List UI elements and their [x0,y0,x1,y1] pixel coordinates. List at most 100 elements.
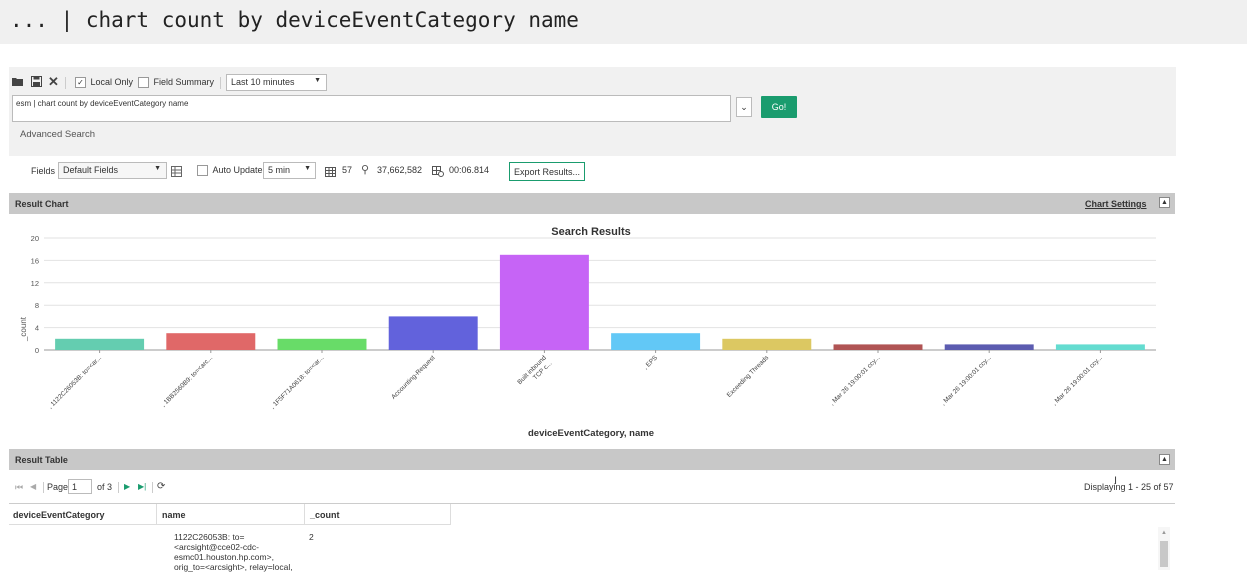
go-button[interactable]: Go! [761,96,797,118]
chart-bar[interactable] [722,338,812,350]
cell-name-line: 1122C26053B: to= [174,532,245,542]
chart-x-axis-label: deviceEventCategory, name [528,428,654,439]
field-chooser-icon[interactable] [171,164,182,182]
table-row[interactable]: 1122C26053B: to= <arcsight@cce02-cdc- es… [9,525,451,572]
chart-x-tick-label: , Mar 26 19:00:01 ccy... [940,354,993,407]
table-rows-icon [325,164,336,182]
auto-update-label: Auto Update [212,165,263,175]
time-range-select[interactable]: Last 10 minutes ▼ [226,74,327,91]
first-page-icon[interactable]: ⏮ [15,482,23,493]
chart-bar[interactable] [499,254,589,350]
query-input[interactable]: esm | chart count by deviceEventCategory… [12,95,731,122]
chart-x-tick-label-line: , 1122C26053B: to=<ar... [47,354,103,410]
cell-name-line: esmc01.houston.hp.com>, [174,552,274,562]
local-only-toggle[interactable]: ✓ Local Only [75,77,133,89]
command-bar: ... | chart count by deviceEventCategory… [0,0,1247,44]
chart-bar[interactable] [55,338,145,350]
chart-bar[interactable] [833,344,923,350]
chart-x-tick-label-line: , 1F5F71A0618: to=<ar... [269,354,325,410]
next-page-icon[interactable]: ▶ [124,482,130,491]
column-header-count[interactable]: _count [305,504,451,525]
divider [43,482,44,493]
elapsed-time: 00:06.814 [449,165,490,175]
chart-y-tick-label: 4 [35,324,39,333]
row-count: 57 [342,165,353,175]
query-history-button[interactable]: ⌄ [736,97,752,117]
chart-bar[interactable] [944,344,1034,350]
save-icon[interactable] [31,76,42,91]
last-page-icon[interactable]: ▶| [138,482,146,491]
field-summary-toggle[interactable]: Field Summary [138,77,215,89]
chart-x-tick-label: , Mar 26 19:00:01 ccy... [829,354,882,407]
column-header-category[interactable]: deviceEventCategory [9,504,157,525]
cell-name-line: <arcsight@cce02-cdc- [174,542,259,552]
events-scanned: 37,662,582 [377,165,423,175]
folder-icon[interactable] [12,76,23,91]
chart-bar[interactable] [1055,344,1145,350]
time-range-value: Last 10 minutes [231,77,295,87]
column-header-name-label: name [162,510,186,520]
chart-x-tick-label: , Mar 26 19:00:01 ccy... [1051,354,1104,407]
collapse-chart-icon[interactable]: ▲ [1159,197,1170,208]
result-chart-title: Result Chart [15,199,69,209]
table-scrollbar[interactable]: ▲ [1158,527,1170,570]
collapse-table-icon[interactable]: ▲ [1159,454,1170,465]
result-table-title: Result Table [15,455,68,465]
chart-settings-link[interactable]: Chart Settings [1085,199,1147,209]
chart-bar[interactable] [388,316,478,350]
chart-x-tick-label: Exceeding Threads [726,354,771,399]
cell-name: 1122C26053B: to= <arcsight@cce02-cdc- es… [174,532,293,572]
chart-y-tick-label: 8 [35,301,39,310]
divider [152,482,153,493]
chart-bar[interactable] [277,338,367,350]
divider [65,77,66,89]
chart-x-tick-label: Built inboundTCP c... [516,354,553,391]
cell-name-line: orig_to=<arcsight>, relay=local, [174,562,293,572]
prev-page-icon[interactable]: ◀ [30,482,36,491]
result-chart-header: Result Chart Chart Settings ▲ [9,193,1175,214]
chart-bar[interactable] [166,333,256,350]
page-label: Page [47,482,69,492]
column-header-name[interactable]: name [157,504,305,525]
chart-y-axis-label: _count [19,316,28,342]
scroll-up-icon[interactable]: ▲ [1161,530,1167,536]
divider [220,77,221,89]
close-icon[interactable]: ✕ [48,75,59,89]
chart-x-tick-label-line: , EPS [642,354,659,371]
fields-label: Fields [31,166,56,176]
page-of-label: of 3 [97,482,113,492]
field-summary-label: Field Summary [153,77,215,87]
chart-title: Search Results [551,226,630,238]
advanced-search-link[interactable]: Advanced Search [20,129,95,140]
chart-x-tick-label: , EPS [642,354,659,371]
chart-x-tick-label-line: , Mar 26 19:00:01 ccy... [829,354,882,407]
page-number-input[interactable]: 1 [68,479,92,494]
search-icon: ⚲ [361,164,370,176]
result-table-header: Result Table ▲ [9,449,1175,470]
chart-x-tick-label-line: Exceeding Threads [726,354,771,399]
field-summary-checkbox[interactable] [138,77,149,89]
chart-x-tick-label: , 1BB2560B9: to=<arc... [160,354,214,408]
refresh-icon[interactable]: ⟳ [157,481,165,492]
chart-x-tick-label-line: , 1BB2560B9: to=<arc... [160,354,214,408]
chart-x-tick-label-line: , Mar 26 19:00:01 ccy... [1051,354,1104,407]
chevron-down-icon: ⌄ [740,102,748,112]
auto-update-checkbox[interactable] [197,165,208,177]
dropdown-arrow-icon: ▼ [314,77,321,84]
divider [118,482,119,493]
auto-update-toggle[interactable]: Auto Update [197,165,263,177]
auto-update-interval-select[interactable]: 5 min ▼ [263,162,316,179]
cell-count: 2 [309,532,314,542]
chart-x-tick-label-line: , Mar 26 19:00:01 ccy... [940,354,993,407]
local-only-checkbox[interactable]: ✓ [75,77,86,89]
fields-select[interactable]: Default Fields ▼ [58,162,167,179]
chart-y-tick-label: 0 [35,346,39,355]
chart-x-tick-label: , 1122C26053B: to=<ar... [47,354,103,410]
scrollbar-thumb[interactable] [1160,541,1168,567]
chart-y-tick-label: 16 [31,256,39,265]
export-results-button[interactable]: Export Results... [509,162,585,181]
displaying-count: Displaying 1 - 25 of 57 [1084,482,1174,492]
fields-value: Default Fields [63,165,119,175]
chart-bar[interactable] [611,333,701,350]
chart-x-tick-label: Accounting-Request [390,354,436,400]
